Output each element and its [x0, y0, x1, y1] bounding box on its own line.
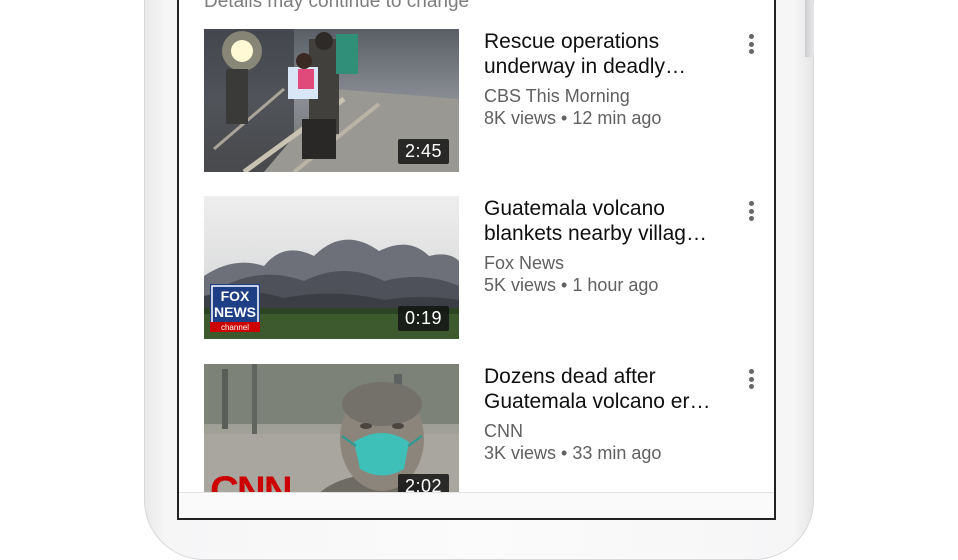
video-stats: 3K views • 33 min ago — [484, 443, 662, 463]
update-notice: Details may continue to change — [204, 0, 470, 12]
channel-name[interactable]: CBS This Morning — [484, 85, 734, 107]
bottom-bar — [179, 492, 774, 518]
video-title[interactable]: Rescue operations underway in deadly… — [484, 29, 734, 79]
phone-side-button — [805, 0, 814, 57]
video-stats: 5K views • 1 hour ago — [484, 275, 659, 295]
video-meta: Rescue operations underway in deadly… CB… — [484, 29, 734, 130]
fox-logo-line3: channel — [221, 323, 249, 332]
video-meta: Guatemala volcano blankets nearby villag… — [484, 196, 734, 297]
fox-logo-line1: FOX — [221, 288, 250, 304]
more-vert-icon[interactable] — [739, 366, 763, 392]
more-vert-icon[interactable] — [739, 198, 763, 224]
video-duration: 0:19 — [397, 306, 449, 331]
video-meta: Dozens dead after Guatemala volcano er… … — [484, 364, 734, 465]
fox-logo-line2: NEWS — [214, 304, 256, 320]
more-vert-icon[interactable] — [739, 31, 763, 57]
video-item-rescue[interactable]: 2:45 Rescue operations underway in deadl… — [204, 29, 764, 174]
video-stats: 8K views • 12 min ago — [484, 108, 662, 128]
channel-name[interactable]: Fox News — [484, 252, 734, 274]
video-thumbnail[interactable]: CNN 2:02 — [204, 364, 459, 507]
video-title[interactable]: Guatemala volcano blankets nearby villag… — [484, 196, 734, 246]
video-title[interactable]: Dozens dead after Guatemala volcano er… — [484, 364, 734, 414]
video-item-volcano[interactable]: FOX NEWS channel 0:19 Guatemala volcano … — [204, 196, 764, 341]
video-item-dozens-dead[interactable]: CNN 2:02 Dozens dead after Guatemala vol… — [204, 364, 764, 509]
video-thumbnail[interactable]: 2:45 — [204, 29, 459, 172]
video-thumbnail[interactable]: FOX NEWS channel 0:19 — [204, 196, 459, 339]
video-duration: 2:45 — [397, 139, 449, 164]
phone-screen: Details may continue to change 2:45 Resc… — [177, 0, 776, 520]
channel-name[interactable]: CNN — [484, 420, 734, 442]
